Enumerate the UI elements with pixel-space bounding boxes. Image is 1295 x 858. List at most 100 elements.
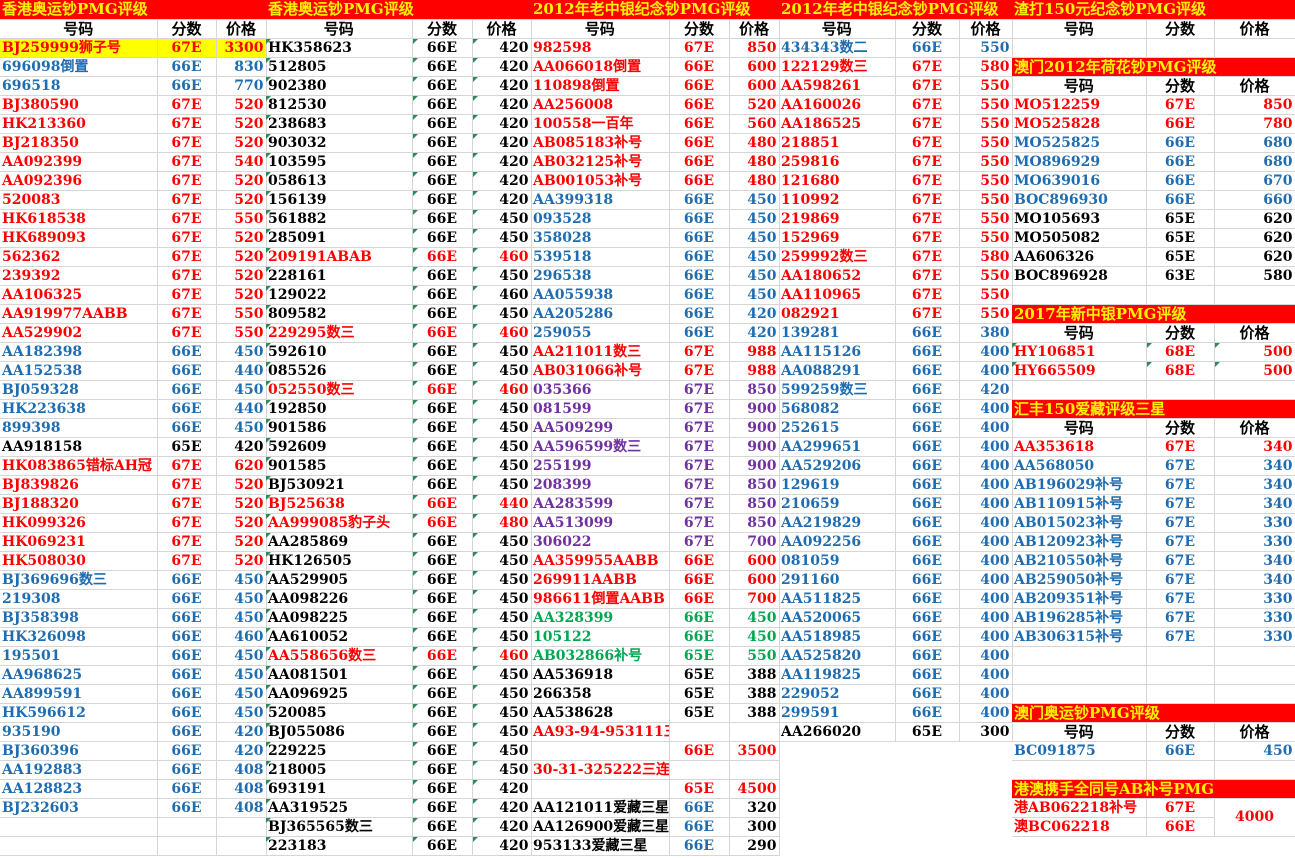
price-cell[interactable]: 450 — [216, 418, 267, 438]
price-cell[interactable]: 460 — [472, 247, 532, 267]
price-cell[interactable]: 900 — [729, 399, 780, 419]
serial-cell[interactable]: AA919977AABB — [0, 304, 158, 324]
table-row[interactable]: AA152538 66E 440 — [0, 361, 267, 381]
price-cell[interactable]: 480 — [729, 152, 780, 172]
table-row[interactable]: 081059 66E 400 — [779, 551, 1013, 571]
serial-cell[interactable]: 103595 — [266, 152, 413, 172]
empty-cell[interactable] — [1012, 38, 1147, 58]
table-row[interactable]: BJ839826 67E 520 — [0, 475, 267, 495]
price-cell[interactable]: 450 — [472, 418, 532, 438]
price-cell[interactable]: 830 — [216, 57, 267, 77]
grade-cell[interactable]: 66E — [412, 418, 473, 438]
grade-cell[interactable]: 66E — [412, 266, 473, 286]
grade-cell[interactable]: 66E — [412, 152, 473, 172]
table-row[interactable]: 058613 66E 420 — [266, 171, 532, 191]
price-cell[interactable]: 550 — [729, 646, 780, 666]
serial-cell[interactable]: AA511825 — [779, 589, 896, 609]
grade-cell[interactable]: 67E — [1146, 513, 1215, 533]
grade-cell[interactable]: 66E — [412, 190, 473, 210]
price-cell[interactable]: 460 — [472, 323, 532, 343]
grade-cell[interactable]: 67E — [1146, 494, 1215, 514]
table-row[interactable]: HK689093 67E 520 — [0, 228, 267, 248]
price-cell[interactable]: 660 — [1214, 190, 1295, 210]
serial-cell[interactable]: AA152538 — [0, 361, 158, 381]
table-row[interactable]: 139281 66E 380 — [779, 323, 1013, 343]
table-row[interactable]: AA096925 66E 450 — [266, 684, 532, 704]
serial-cell[interactable]: MO896929 — [1012, 152, 1147, 172]
price-cell[interactable]: 450 — [472, 342, 532, 362]
price-cell[interactable]: 450 — [472, 475, 532, 495]
grade-cell[interactable]: 66E — [412, 646, 473, 666]
table-row[interactable]: 081599 67E 900 — [531, 399, 780, 419]
price-cell[interactable]: 480 — [729, 171, 780, 191]
table-row[interactable]: 66E 3500 — [531, 741, 780, 761]
price-cell[interactable]: 290 — [729, 836, 780, 856]
serial-cell[interactable]: AA525820 — [779, 646, 896, 666]
price-cell[interactable]: 620 — [1214, 209, 1295, 229]
grade-cell[interactable]: 67E — [669, 494, 730, 514]
price-cell[interactable]: 850 — [729, 475, 780, 495]
price-cell[interactable]: 700 — [729, 532, 780, 552]
table-row[interactable]: 218005 66E 450 — [266, 760, 532, 780]
table-row[interactable]: AA513099 67E 850 — [531, 513, 780, 533]
empty-cell[interactable] — [1012, 684, 1147, 704]
serial-cell[interactable]: 110992 — [779, 190, 896, 210]
grade-cell[interactable]: 67E — [895, 152, 960, 172]
price-cell[interactable]: 900 — [729, 456, 780, 476]
grade-cell[interactable]: 67E — [1146, 95, 1215, 115]
serial-cell[interactable]: BJ369696数三 — [0, 570, 158, 590]
table-row[interactable]: 209191ABAB 66E 460 — [266, 247, 532, 267]
empty-cell[interactable] — [1214, 646, 1295, 666]
grade-cell[interactable]: 67E — [157, 133, 217, 153]
grade-cell[interactable]: 66E — [412, 437, 473, 457]
table-row[interactable]: AA918158 65E 420 — [0, 437, 267, 457]
price-cell[interactable]: 680 — [1214, 152, 1295, 172]
serial-cell[interactable]: AA606326 — [1012, 247, 1147, 267]
table-row[interactable]: AA525820 66E 400 — [779, 646, 1013, 666]
serial-cell[interactable]: BJ525638 — [266, 494, 413, 514]
serial-cell[interactable]: AB110915补号 — [1012, 494, 1147, 514]
grade-cell[interactable]: 66E — [412, 456, 473, 476]
table-row[interactable]: HK213360 67E 520 — [0, 114, 267, 134]
grade-cell[interactable]: 66E — [412, 741, 473, 761]
grade-cell[interactable]: 66E — [669, 114, 730, 134]
serial-cell[interactable]: AB085183补号 — [531, 133, 670, 153]
table-row[interactable]: 901585 66E 450 — [266, 456, 532, 476]
grade-cell[interactable]: 66E — [157, 722, 217, 742]
table-row[interactable]: 539518 66E 450 — [531, 247, 780, 267]
table-row[interactable]: 592610 66E 450 — [266, 342, 532, 362]
table-row[interactable]: BJ530921 66E 450 — [266, 475, 532, 495]
price-cell[interactable]: 300 — [729, 817, 780, 837]
serial-cell[interactable]: HK689093 — [0, 228, 158, 248]
table-row[interactable]: BJ525638 66E 440 — [266, 494, 532, 514]
price-cell[interactable]: 550 — [959, 114, 1013, 134]
serial-cell[interactable]: HK083865错标AH冠 — [0, 456, 158, 476]
price-cell[interactable]: 420 — [472, 190, 532, 210]
serial-cell[interactable]: 152969 — [779, 228, 896, 248]
serial-cell[interactable]: BJ055086 — [266, 722, 413, 742]
serial-cell[interactable]: AA283599 — [531, 494, 670, 514]
serial-cell[interactable]: 520083 — [0, 190, 158, 210]
grade-cell[interactable]: 67E — [669, 342, 730, 362]
empty-cell[interactable] — [1012, 760, 1147, 780]
grade-cell[interactable]: 67E — [895, 285, 960, 305]
price-cell[interactable]: 400 — [959, 646, 1013, 666]
table-row[interactable]: AA088291 66E 400 — [779, 361, 1013, 381]
grade-cell[interactable]: 67E — [157, 266, 217, 286]
serial-cell[interactable]: AB031066补号 — [531, 361, 670, 381]
table-row[interactable]: 223183 66E 420 — [266, 836, 532, 856]
serial-cell[interactable]: 156139 — [266, 190, 413, 210]
grade-cell[interactable]: 66E — [412, 703, 473, 723]
table-row[interactable]: AA092396 67E 520 — [0, 171, 267, 191]
price-cell[interactable]: 450 — [216, 589, 267, 609]
grade-cell[interactable]: 66E — [895, 570, 960, 590]
table-row[interactable]: 520083 67E 520 — [0, 190, 267, 210]
serial-cell[interactable]: HK099326 — [0, 513, 158, 533]
table-row[interactable]: BOC896928 63E 580 — [1012, 266, 1295, 286]
price-cell[interactable]: 520 — [216, 475, 267, 495]
grade-cell[interactable]: 66E — [157, 627, 217, 647]
serial-cell[interactable]: 306022 — [531, 532, 670, 552]
serial-cell[interactable]: 052550数三 — [266, 380, 413, 400]
serial-cell[interactable]: AA899591 — [0, 684, 158, 704]
price-cell[interactable]: 460 — [472, 380, 532, 400]
